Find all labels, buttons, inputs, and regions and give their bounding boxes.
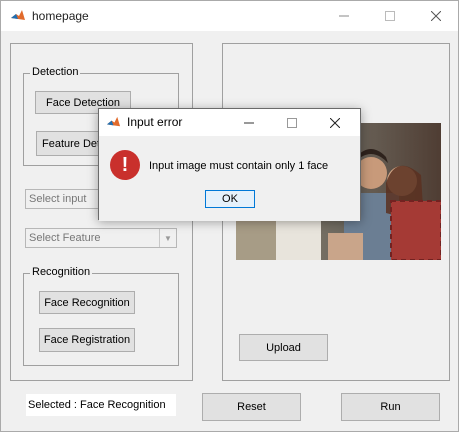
select-feature-value: Select Feature: [29, 232, 101, 244]
maximize-button[interactable]: [367, 1, 413, 31]
dialog-close-button[interactable]: [313, 109, 356, 136]
close-icon: [329, 117, 340, 128]
selected-status: Selected : Face Recognition: [26, 394, 176, 416]
error-icon: !: [110, 150, 140, 180]
dialog-title: Input error: [127, 115, 183, 129]
maximize-icon: [286, 117, 297, 128]
run-button[interactable]: Run: [341, 393, 440, 421]
dialog-minimize-button[interactable]: [227, 109, 270, 136]
close-icon: [431, 11, 441, 21]
recognition-group: Recognition: [23, 266, 179, 366]
maximize-icon: [385, 11, 395, 21]
recognition-label: Recognition: [30, 266, 93, 278]
face-registration-button[interactable]: Face Registration: [39, 328, 135, 352]
select-feature-dropdown[interactable]: Select Feature ▼: [25, 228, 177, 248]
window-title: homepage: [32, 9, 89, 23]
reset-button[interactable]: Reset: [202, 393, 301, 421]
ok-button[interactable]: OK: [205, 190, 255, 208]
dialog-maximize-button[interactable]: [270, 109, 313, 136]
minimize-icon: [339, 15, 349, 17]
close-button[interactable]: [413, 1, 459, 31]
dialog-title-bar: Input error: [99, 109, 360, 136]
chevron-down-icon: ▼: [159, 229, 176, 247]
dialog-body: ! Input image must contain only 1 face O…: [99, 136, 360, 221]
title-bar: homepage: [1, 1, 458, 31]
minimize-button[interactable]: [321, 1, 367, 31]
dialog-message: Input image must contain only 1 face: [149, 160, 329, 172]
input-error-dialog: Input error ! Input image must contain o…: [98, 108, 361, 221]
minimize-icon: [243, 122, 254, 123]
matlab-icon: [11, 10, 25, 20]
upload-button[interactable]: Upload: [239, 334, 328, 361]
detection-label: Detection: [30, 66, 81, 78]
face-recognition-button[interactable]: Face Recognition: [39, 291, 135, 314]
select-input-value: Select input: [29, 193, 87, 205]
matlab-icon: [106, 116, 121, 127]
